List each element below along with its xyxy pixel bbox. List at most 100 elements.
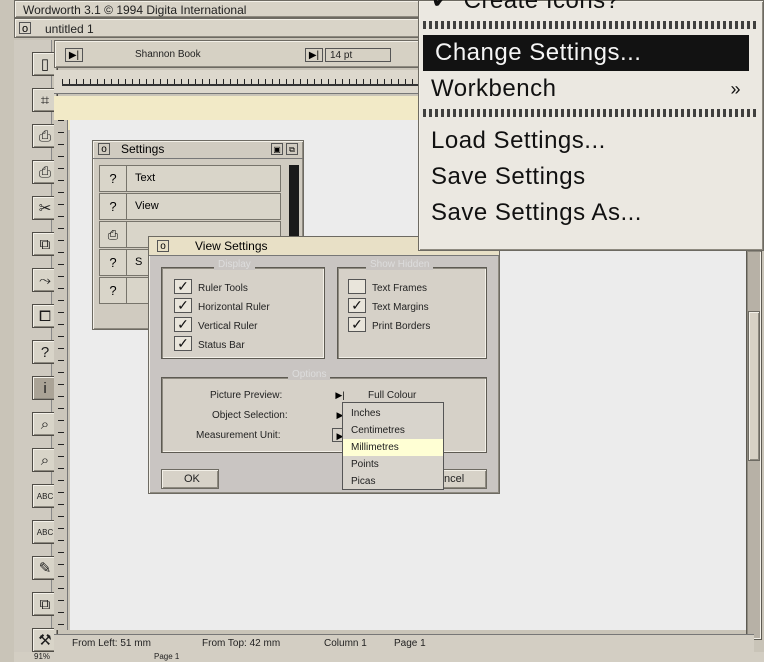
- menu-item[interactable]: ✔ Create Icons?: [419, 0, 763, 19]
- status-from-top: From Top: 42 mm: [202, 638, 281, 649]
- scrollbar-thumb[interactable]: [748, 311, 760, 461]
- measurement-unit-dropdown[interactable]: Inches Centimetres Millimetres Points Picas: [342, 402, 444, 490]
- checkbox-option[interactable]: ✓ Text Margins: [348, 297, 429, 315]
- vertical-ruler: [54, 120, 68, 630]
- settings-title: Settings: [121, 142, 165, 156]
- checkbox-option[interactable]: ✓ Horizontal Ruler: [174, 297, 270, 315]
- measurement-option[interactable]: Millimetres: [343, 439, 443, 456]
- size-field[interactable]: 14 pt: [325, 48, 391, 62]
- show-hidden-group-title: Show Hidden: [366, 259, 434, 270]
- checkbox-label: Print Borders: [372, 321, 431, 332]
- checked-checkbox-icon[interactable]: ✓: [174, 317, 192, 333]
- checked-checkbox-icon[interactable]: ✓: [174, 298, 192, 314]
- measurement-option[interactable]: Centimetres: [343, 422, 443, 439]
- copy-icon: ⧉: [39, 235, 51, 253]
- measurement-unit-label: Measurement Unit:: [196, 430, 281, 441]
- status-from-left: From Left: 51 mm: [72, 638, 151, 649]
- tools-icon: ⚒: [38, 632, 52, 649]
- text-settings-icon: ?: [100, 166, 127, 191]
- spell-settings-icon: ?: [100, 250, 127, 275]
- view-settings-dialog: o View Settings Display ✓ Ruler Tools ✓ Hor…: [148, 236, 500, 494]
- status-column: Column 1: [324, 638, 367, 649]
- checkbox-option[interactable]: ✓ Print Borders: [348, 316, 430, 334]
- show-hidden-group: Show Hidden Text Frames ✓ Text Margins ✓ Pri…: [337, 259, 487, 359]
- view-settings-icon: ?: [100, 194, 127, 219]
- menu-item[interactable]: Workbench »: [419, 71, 763, 107]
- menu-item-label: Save Settings: [431, 163, 586, 190]
- checked-checkbox-icon[interactable]: ✓: [348, 317, 366, 333]
- checked-checkbox-icon[interactable]: ✓: [174, 336, 192, 352]
- info-icon: i: [43, 379, 47, 397]
- status-bar: From Left: 51 mm From Top: 42 mm Column …: [54, 634, 754, 652]
- measurement-option[interactable]: Picas: [343, 473, 443, 490]
- picture-preview-value[interactable]: Full Colour: [368, 390, 416, 401]
- menu-item[interactable]: Save Settings: [419, 159, 763, 195]
- style-popup-arrow[interactable]: ▶|: [65, 48, 83, 62]
- cancel-button[interactable]: ncel: [437, 469, 487, 489]
- cancel-button-label: ncel: [444, 473, 465, 485]
- style-name-field[interactable]: Shannon Book: [135, 49, 201, 60]
- checkbox-option[interactable]: ✓ Status Bar: [174, 335, 245, 353]
- menu-item-label: Save Settings As...: [431, 199, 642, 226]
- zoom-value: 91%: [34, 652, 51, 661]
- menu-item[interactable]: Change Settings...: [423, 35, 749, 71]
- measurement-option[interactable]: Points: [343, 456, 443, 473]
- ok-button-label: OK: [184, 473, 200, 485]
- settings-row-label: Text: [135, 172, 156, 184]
- horizontal-ruler: [54, 70, 434, 94]
- menu-item[interactable]: Load Settings...: [419, 123, 763, 159]
- print-menu-icon: ⎙: [38, 163, 51, 181]
- page-icon: ▯: [40, 56, 50, 73]
- display-group-title: Display: [214, 259, 255, 270]
- search-icon: ⌕: [40, 415, 50, 433]
- clipboard-icon: ⧠: [38, 307, 51, 325]
- view-settings-close-button[interactable]: o: [157, 240, 169, 252]
- checkbox-option[interactable]: Text Frames: [348, 278, 427, 296]
- settings-title-bar: o Settings ▣ ⧉: [93, 141, 303, 159]
- checkbox-label: Horizontal Ruler: [198, 302, 270, 313]
- size-popup-arrow[interactable]: ▶|: [305, 48, 323, 62]
- vertical-scrollbar[interactable]: [746, 250, 762, 640]
- format-toolbar: ▶| Shannon Book ▶| 14 pt: [54, 40, 428, 68]
- checked-checkbox-icon[interactable]: ✓: [174, 279, 192, 295]
- settings-depth-button[interactable]: ⧉: [286, 143, 298, 155]
- unchecked-checkbox-icon[interactable]: [348, 279, 366, 295]
- print-settings-icon: ⎙: [100, 222, 127, 247]
- select-icon: ⌗: [40, 91, 50, 109]
- settings-row[interactable]: ? View: [99, 193, 281, 220]
- menu-item-label: Create Icons?: [463, 0, 620, 14]
- menu-item[interactable]: Save Settings As...: [419, 195, 763, 231]
- menu-item-label: Workbench: [431, 75, 557, 102]
- document-title: untitled 1: [45, 22, 94, 36]
- replace-icon: ⌕: [40, 451, 50, 469]
- window-close-button[interactable]: o: [19, 22, 31, 35]
- checkbox-label: Text Frames: [372, 283, 428, 294]
- screen-title-bar: Wordworth 3.1 © 1994 Digita Internationa…: [14, 0, 444, 18]
- checkbox-option[interactable]: ✓ Vertical Ruler: [174, 316, 257, 334]
- settings-close-button[interactable]: o: [98, 143, 110, 155]
- settings-row-label: S: [135, 256, 143, 268]
- cut-icon: ✂: [38, 200, 52, 217]
- settings-menu: ✔ Create Icons? Change Settings... Workbenc…: [418, 0, 764, 251]
- options-group-title: Options: [288, 369, 331, 380]
- measurement-option[interactable]: Inches: [343, 405, 443, 422]
- picture-preview-popup-arrow[interactable]: ▶|: [332, 388, 348, 402]
- settings-zoom-button[interactable]: ▣: [271, 143, 283, 155]
- menu-item-label: Load Settings...: [431, 127, 606, 154]
- print-icon: ⎙: [38, 127, 51, 145]
- highlight-icon: ✎: [38, 560, 52, 577]
- document-title-bar: o untitled 1: [14, 18, 444, 38]
- stack-icon: ⧉: [39, 595, 51, 613]
- checkbox-option[interactable]: ✓ Ruler Tools: [174, 278, 248, 296]
- checkbox-label: Text Margins: [372, 302, 429, 313]
- help-icon: ?: [40, 343, 50, 361]
- bottom-page-label: Page 1: [154, 652, 180, 661]
- paste-icon: ⤳: [38, 271, 51, 289]
- ok-button[interactable]: OK: [161, 469, 219, 489]
- bottom-bar: 91% Page 1: [14, 652, 764, 662]
- spell-check-icon: ABC: [36, 491, 54, 501]
- thesaurus-icon: ABC: [36, 527, 54, 537]
- checkmark-icon: ✔: [431, 0, 452, 14]
- settings-row[interactable]: ? Text: [99, 165, 281, 192]
- checked-checkbox-icon[interactable]: ✓: [348, 298, 366, 314]
